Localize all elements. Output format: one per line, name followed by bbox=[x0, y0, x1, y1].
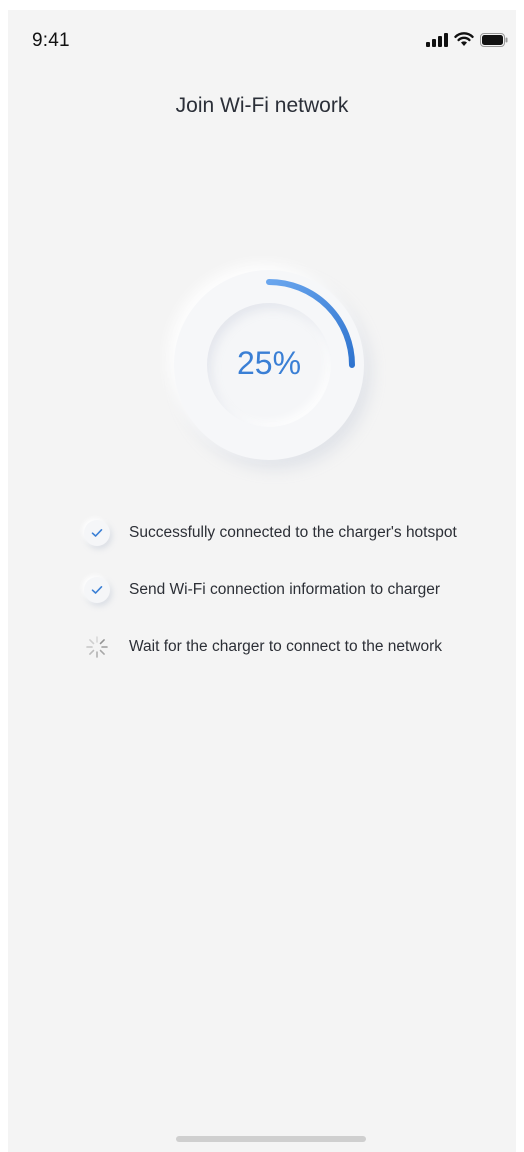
step-label: Send Wi-Fi connection information to cha… bbox=[129, 581, 441, 598]
progress-percent: 25% bbox=[236, 345, 302, 381]
battery-icon bbox=[480, 32, 508, 52]
page-title: Join Wi-Fi network bbox=[175, 94, 349, 117]
check-icon bbox=[84, 520, 110, 546]
step-label: Successfully connected to the charger's … bbox=[129, 524, 457, 541]
progress-ring: 25% bbox=[174, 270, 364, 460]
spinner-tick bbox=[89, 639, 95, 645]
status-time: 9:41 bbox=[32, 30, 70, 51]
spinner-tick bbox=[99, 649, 105, 655]
spinner-tick bbox=[99, 639, 105, 645]
spinner-tick bbox=[89, 649, 95, 655]
wifi-icon bbox=[454, 32, 474, 52]
step-label: Wait for the charger to connect to the n… bbox=[129, 638, 443, 655]
home-indicator bbox=[176, 1136, 366, 1142]
phone-screen: 9:41 Join Wi-Fi network 25% Successfully… bbox=[8, 10, 516, 1152]
step-item-wait-network: Wait for the charger to connect to the n… bbox=[84, 632, 442, 662]
status-icons bbox=[426, 32, 508, 52]
step-item-hotspot: Successfully connected to the charger's … bbox=[84, 518, 457, 548]
check-icon bbox=[84, 577, 110, 603]
step-item-send-info: Send Wi-Fi connection information to cha… bbox=[84, 575, 440, 605]
spinner-icon bbox=[84, 634, 110, 660]
signal-icon bbox=[426, 32, 448, 52]
